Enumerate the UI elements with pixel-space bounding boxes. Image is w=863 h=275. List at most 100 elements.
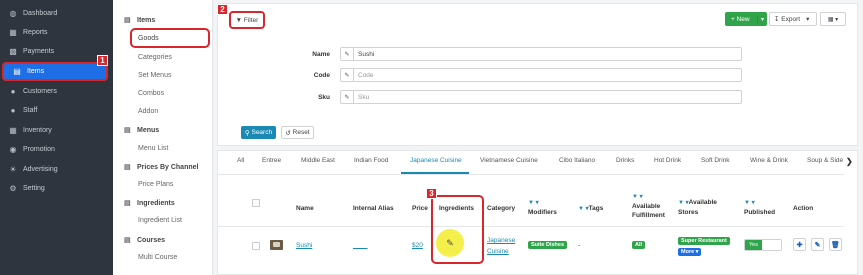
col-modifiers[interactable]: ▼ ▾ Modifiers xyxy=(528,198,557,217)
col-tags[interactable]: ▼ ▾Tags xyxy=(578,204,603,214)
col-stores-label: Available xyxy=(688,199,717,206)
item-price-link[interactable]: $20 xyxy=(412,242,423,249)
nav-item-promotion[interactable]: ◉ Promotion xyxy=(0,140,113,159)
sublink-set-menus[interactable]: Set Menus xyxy=(138,72,171,79)
code-field[interactable]: ✎ xyxy=(340,68,742,82)
item-alias-link[interactable]: ____ xyxy=(353,242,367,249)
sublink-ingredient-list[interactable]: Ingredient List xyxy=(138,217,182,224)
section-title: Ingredients xyxy=(137,199,175,207)
delete-button[interactable]: 🗑 xyxy=(829,238,842,251)
nav-item-advertising[interactable]: ☀ Advertising xyxy=(0,160,113,179)
code-input[interactable] xyxy=(354,71,734,79)
item-thumbnail xyxy=(270,240,283,250)
col-fulfillment[interactable]: ▼ ▾ Available Fulfillment xyxy=(632,192,665,220)
tab-middle-east[interactable]: Middle East xyxy=(301,157,335,164)
tab-indian-food[interactable]: Indian Food xyxy=(354,157,388,164)
filter-icon[interactable]: ▼ ▾ xyxy=(578,206,589,212)
name-field[interactable]: ✎ xyxy=(340,47,742,61)
name-input[interactable] xyxy=(354,50,734,58)
col-internal-alias[interactable]: Internal Alias xyxy=(353,204,394,213)
tab-japanese-cuisine[interactable]: Japanese Cuisine xyxy=(410,157,462,164)
reset-button[interactable]: ↺ Reset xyxy=(281,126,314,139)
sku-input[interactable] xyxy=(354,93,734,101)
caret-down-icon[interactable]: ▾ xyxy=(757,15,767,23)
reports-icon: ▦ xyxy=(9,28,17,37)
chevron-right-icon[interactable]: ❯ xyxy=(846,157,853,166)
row-checkbox[interactable] xyxy=(252,242,260,250)
tab-hot-drink[interactable]: Hot Drink xyxy=(654,157,681,164)
ingredients-section-icon: ▤ xyxy=(124,200,131,207)
nav-label: Promotion xyxy=(23,146,55,153)
sublink-addon[interactable]: Addon xyxy=(138,108,158,115)
sublink-price-plans[interactable]: Price Plans xyxy=(138,181,173,188)
col-action: Action xyxy=(793,205,814,212)
search-button[interactable]: ⚲ Search xyxy=(241,126,276,139)
sublink-categories[interactable]: Categories xyxy=(138,54,172,61)
nav-label: Items xyxy=(27,68,45,75)
col-fulfillment-label-2: Fulfillment xyxy=(632,212,665,219)
more-stores-button[interactable]: More ▾ xyxy=(678,248,702,256)
sku-field[interactable]: ✎ xyxy=(340,90,742,104)
name-label: Name xyxy=(312,51,330,58)
nav-item-setting[interactable]: ⚙ Setting xyxy=(0,179,113,198)
nav-item-items[interactable]: ▤ Items xyxy=(2,62,108,81)
edit-button[interactable]: ✎ xyxy=(811,238,824,251)
menus-section-icon: ▤ xyxy=(124,127,131,134)
tab-drinks[interactable]: Drinks xyxy=(616,157,634,164)
select-all-checkbox[interactable] xyxy=(252,199,260,207)
sublink-combos[interactable]: Combos xyxy=(138,90,164,97)
nav-item-dashboard[interactable]: ◍ Dashboard xyxy=(0,4,113,23)
filter-icon[interactable]: ▼ ▾ xyxy=(678,200,689,206)
reset-icon: ↺ xyxy=(285,129,293,137)
published-toggle[interactable]: Yes xyxy=(744,239,782,251)
pencil-icon: ✎ xyxy=(341,69,354,81)
filter-icon[interactable]: ▼ ▾ xyxy=(632,194,643,200)
search-label: Search xyxy=(251,129,273,136)
item-category-link[interactable]: Japanese xyxy=(487,237,515,244)
export-button[interactable]: ↧ Export ▾ xyxy=(769,12,817,26)
add-button[interactable]: ✚ xyxy=(793,238,806,251)
filter-icon[interactable]: ▼ ▾ xyxy=(528,200,539,206)
sublink-goods[interactable]: Goods xyxy=(138,35,159,42)
tab-entree[interactable]: Entree xyxy=(262,157,281,164)
col-stores[interactable]: ▼ ▾Available Stores xyxy=(678,198,717,217)
col-published[interactable]: ▼ ▾ Published xyxy=(744,198,775,217)
column-toggle-button[interactable]: ▦ ▾ xyxy=(820,12,846,26)
col-modifiers-label: Modifiers xyxy=(528,209,557,216)
sublink-multi-course[interactable]: Multi Course xyxy=(138,254,177,261)
section-ingredients: ▤ Ingredients xyxy=(124,199,175,208)
col-name[interactable]: Name xyxy=(296,204,314,213)
filter-button[interactable]: ▼ Filter xyxy=(229,11,265,29)
pencil-icon: ✎ xyxy=(341,48,354,60)
nav-item-reports[interactable]: ▦ Reports xyxy=(0,23,113,42)
tab-cibo-italiano[interactable]: Cibo Italiano xyxy=(559,157,595,164)
header-divider xyxy=(218,226,844,227)
tab-wine-drink[interactable]: Wine & Drink xyxy=(750,157,788,164)
nav-label: Staff xyxy=(23,107,38,114)
nav-item-staff[interactable]: ● Staff xyxy=(0,101,113,120)
item-category-link-2[interactable]: Cuisine xyxy=(487,248,509,255)
col-fulfillment-label: Available xyxy=(632,203,661,210)
nav-label: Advertising xyxy=(23,166,58,173)
tab-vietnamese-cuisine[interactable]: Vietnamese Cuisine xyxy=(480,157,538,164)
nav-label: Inventory xyxy=(23,127,52,134)
new-button[interactable]: + New ▾ xyxy=(725,12,767,26)
sublink-menu-list[interactable]: Menu List xyxy=(138,145,168,152)
filter-icon[interactable]: ▼ ▾ xyxy=(744,200,755,206)
section-items: ▤ Items xyxy=(124,16,155,25)
col-category[interactable]: Category xyxy=(487,204,515,213)
tab-all[interactable]: All xyxy=(237,157,244,164)
tab-soft-drink[interactable]: Soft Drink xyxy=(701,157,730,164)
section-menus: ▤ Menus xyxy=(124,126,160,135)
customers-icon: ● xyxy=(10,87,16,96)
nav-item-customers[interactable]: ● Customers xyxy=(0,82,113,101)
fulfillment-badge: All xyxy=(632,241,646,249)
trash-icon: 🗑 xyxy=(831,241,840,249)
tab-soup-side[interactable]: Soup & Side xyxy=(807,157,844,164)
item-name-link[interactable]: Sushi xyxy=(296,242,312,249)
col-published-label: Published xyxy=(744,209,776,216)
nav-item-inventory[interactable]: ▦ Inventory xyxy=(0,121,113,140)
col-price[interactable]: Price xyxy=(412,204,428,213)
step-marker-2: 2 xyxy=(217,4,228,15)
section-title: Menus xyxy=(137,126,160,134)
